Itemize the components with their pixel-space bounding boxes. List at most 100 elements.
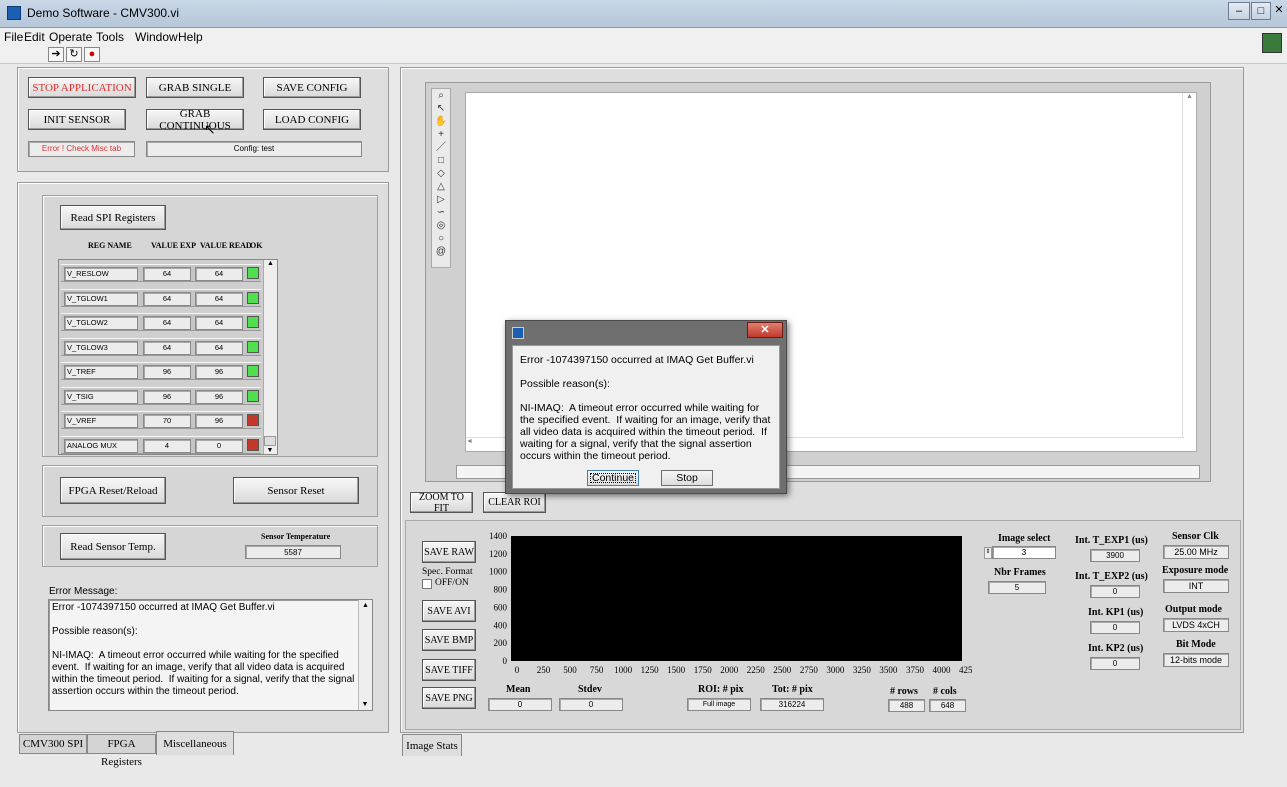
kp1-value: 0 bbox=[1090, 621, 1140, 634]
x-tick-label: 1000 bbox=[614, 665, 633, 675]
save-tiff-button[interactable]: SAVE TIFF bbox=[422, 659, 476, 681]
mouse-cursor-icon: ↖ bbox=[204, 121, 216, 137]
exp2-value: 0 bbox=[1090, 585, 1140, 598]
grab-single-button[interactable]: GRAB SINGLE bbox=[146, 77, 244, 98]
freehand-tool-icon[interactable]: ▷ bbox=[433, 194, 449, 206]
x-tick-label: 4000 bbox=[932, 665, 951, 675]
cols-value: 648 bbox=[929, 699, 966, 712]
image-select-stepper[interactable]: ⇕ bbox=[984, 547, 992, 559]
dialog-body: Error -1074397150 occurred at IMAQ Get B… bbox=[512, 345, 780, 489]
y-tick-label: 1200 bbox=[489, 549, 508, 559]
abort-icon[interactable]: ● bbox=[84, 47, 100, 62]
exp2-label: Int. T_EXP2 (us) bbox=[1075, 571, 1148, 582]
clear-roi-button[interactable]: CLEAR ROI bbox=[483, 492, 546, 513]
kp1-label: Int. KP1 (us) bbox=[1088, 607, 1144, 618]
x-tick-label: 2500 bbox=[773, 665, 792, 675]
control-panel: STOP APPLICATION GRAB SINGLE SAVE CONFIG… bbox=[17, 67, 389, 172]
dialog-close-button[interactable]: ✕ bbox=[747, 322, 783, 338]
spec-format-label: Spec. Format bbox=[422, 567, 473, 577]
pan-tool-icon[interactable]: ✋ bbox=[433, 116, 449, 128]
fpga-reset-button[interactable]: FPGA Reset/Reload bbox=[60, 477, 166, 504]
init-sensor-button[interactable]: INIT SENSOR bbox=[28, 109, 126, 130]
tab-fpga-registers[interactable]: FPGA Registers bbox=[87, 734, 156, 768]
reg-value-read: 64 bbox=[195, 267, 243, 281]
tot-pix-value: 316224 bbox=[760, 698, 824, 711]
y-tick-label: 200 bbox=[494, 638, 508, 648]
spi-register-row: ANALOG MUX 4 0 bbox=[61, 435, 261, 454]
save-config-button[interactable]: SAVE CONFIG bbox=[263, 77, 361, 98]
dialog-app-icon bbox=[512, 327, 524, 339]
read-spi-registers-button[interactable]: Read SPI Registers bbox=[60, 205, 166, 230]
spiral-tool-icon[interactable]: @ bbox=[433, 246, 449, 258]
point-tool-icon[interactable]: + bbox=[433, 129, 449, 141]
sensor-clk-value: 25.00 MHz bbox=[1163, 545, 1229, 559]
error-scrollbar[interactable]: ▲ ▼ bbox=[358, 600, 372, 710]
run-arrow-icon[interactable]: ➔ bbox=[48, 47, 64, 62]
save-raw-button[interactable]: SAVE RAW bbox=[422, 541, 476, 563]
run-continuous-icon[interactable]: ↻ bbox=[66, 47, 82, 62]
x-tick-label: 3000 bbox=[826, 665, 845, 675]
spi-list-scrollbar[interactable]: ▲ ▼ bbox=[263, 260, 277, 454]
error-dialog: ✕ Error -1074397150 occurred at IMAQ Get… bbox=[505, 320, 787, 494]
stop-button[interactable]: Stop bbox=[661, 470, 713, 486]
tab-miscellaneous[interactable]: Miscellaneous bbox=[156, 731, 234, 755]
x-tick-label: 4250 bbox=[959, 665, 972, 675]
grab-continuous-button[interactable]: GRAB CONTINUOUS bbox=[146, 108, 244, 132]
menu-tools[interactable]: Tools bbox=[96, 30, 124, 44]
sensor-reset-button[interactable]: Sensor Reset bbox=[233, 477, 359, 504]
reg-name: V_TSIG bbox=[64, 389, 138, 404]
reg-name: V_RESLOW bbox=[64, 267, 138, 281]
y-tick-label: 0 bbox=[503, 656, 508, 666]
rotated-rect-tool-icon[interactable]: ◇ bbox=[433, 168, 449, 180]
menu-operate[interactable]: Operate bbox=[49, 30, 92, 44]
stop-application-button[interactable]: STOP APPLICATION bbox=[28, 77, 136, 98]
app-icon bbox=[7, 6, 21, 20]
tot-pix-label: Tot: # pix bbox=[772, 684, 813, 695]
save-avi-button[interactable]: SAVE AVI bbox=[422, 600, 476, 622]
reg-value-read: 64 bbox=[195, 340, 243, 355]
load-config-button[interactable]: LOAD CONFIG bbox=[263, 109, 361, 130]
maximize-button[interactable]: □ bbox=[1251, 2, 1271, 20]
error-indicator: Error ! Check Misc tab bbox=[28, 141, 135, 157]
read-sensor-temp-button[interactable]: Read Sensor Temp. bbox=[60, 533, 166, 560]
oval-tool-icon[interactable]: ○ bbox=[433, 233, 449, 245]
spi-register-row: V_TGLOW1 64 64 bbox=[61, 288, 261, 307]
temp-group: Read Sensor Temp. Sensor Temperature 558… bbox=[42, 525, 378, 567]
reg-value-read: 96 bbox=[195, 414, 243, 428]
pointer-tool-icon[interactable]: ↖ bbox=[433, 103, 449, 115]
freehand-line-tool-icon[interactable]: ∽ bbox=[433, 207, 449, 219]
menu-window[interactable]: Window bbox=[135, 30, 178, 44]
tab-cmv300-spi[interactable]: CMV300 SPI bbox=[19, 734, 87, 754]
image-tools-palette: ⌕ ↖ ✋ + ／ □ ◇ △ ▷ ∽ ◎ ○ @ bbox=[431, 88, 451, 268]
x-tick-label: 1250 bbox=[641, 665, 660, 675]
save-bmp-button[interactable]: SAVE BMP bbox=[422, 629, 476, 651]
menu-edit[interactable]: Edit bbox=[24, 30, 45, 44]
close-icon[interactable]: ✕ bbox=[1272, 2, 1286, 20]
zoom-tool-icon[interactable]: ⌕ bbox=[433, 90, 449, 102]
reg-name: V_TGLOW1 bbox=[64, 291, 138, 306]
polygon-tool-icon[interactable]: △ bbox=[433, 181, 449, 193]
spec-format-checkbox[interactable] bbox=[422, 579, 432, 589]
stats-group: SAVE RAW Spec. Format OFF/ON SAVE AVI SA… bbox=[405, 520, 1241, 730]
reg-ok-led bbox=[247, 340, 259, 353]
tab-image-stats[interactable]: Image Stats bbox=[402, 734, 462, 756]
exposure-mode-label: Exposure mode bbox=[1162, 565, 1229, 576]
menu-file[interactable]: File bbox=[4, 30, 23, 44]
error-message-box[interactable]: Error -1074397150 occurred at IMAQ Get B… bbox=[48, 599, 373, 711]
annulus-tool-icon[interactable]: ◎ bbox=[433, 220, 449, 232]
x-tick-label: 1750 bbox=[694, 665, 713, 675]
x-tick-label: 0 bbox=[515, 665, 520, 675]
minimize-button[interactable]: – bbox=[1228, 2, 1250, 20]
reg-value-exp: 4 bbox=[143, 438, 191, 453]
continue-button[interactable]: Continue bbox=[587, 470, 639, 486]
zoom-to-fit-button[interactable]: ZOOM TO FIT bbox=[410, 492, 473, 514]
rectangle-tool-icon[interactable]: □ bbox=[433, 155, 449, 167]
image-vscroll[interactable]: ▲ bbox=[1182, 93, 1196, 437]
image-select-input[interactable]: 3 bbox=[992, 546, 1056, 559]
stdev-value: 0 bbox=[559, 698, 623, 711]
line-tool-icon[interactable]: ／ bbox=[433, 142, 449, 154]
menu-help[interactable]: Help bbox=[178, 30, 203, 44]
misc-tab-panel: Read SPI Registers REG NAME VALUE EXP VA… bbox=[17, 182, 389, 733]
reg-value-read: 64 bbox=[195, 291, 243, 306]
save-png-button[interactable]: SAVE PNG bbox=[422, 687, 476, 709]
